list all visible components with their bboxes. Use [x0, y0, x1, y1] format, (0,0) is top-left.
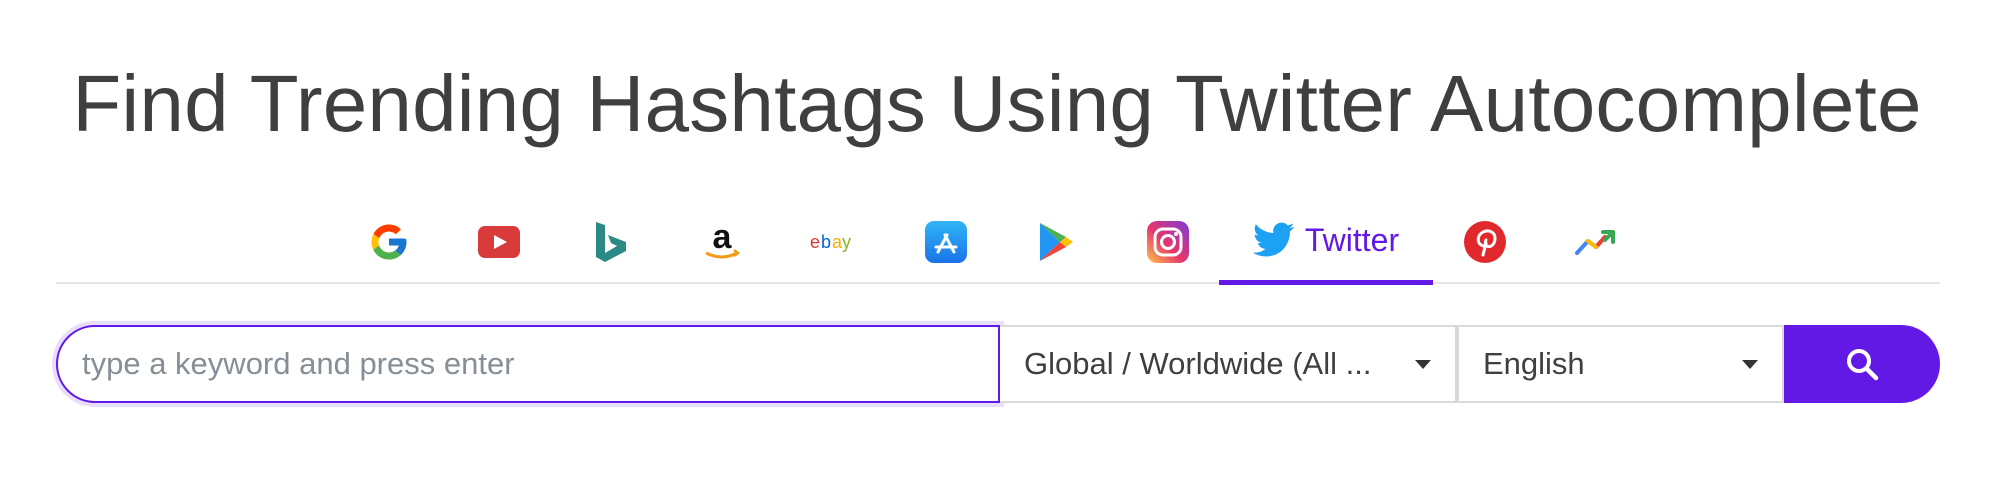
search-button[interactable] [1784, 325, 1940, 403]
source-tabs: a e b a y Twitter [56, 200, 1940, 285]
search-input[interactable] [56, 325, 1000, 403]
tab-pinterest[interactable] [1443, 200, 1527, 284]
tab-google[interactable] [347, 200, 431, 284]
tab-google-play[interactable] [1014, 200, 1098, 284]
app-store-icon [925, 221, 967, 263]
tab-youtube[interactable] [457, 200, 541, 284]
svg-text:b: b [821, 232, 831, 252]
ebay-icon: e b a y [810, 232, 851, 252]
chevron-down-icon [1415, 359, 1431, 369]
svg-text:a: a [713, 221, 733, 256]
page-title: Find Trending Hashtags Using Twitter Aut… [72, 59, 1922, 148]
twitter-icon [1252, 222, 1295, 257]
bing-icon [596, 222, 626, 262]
chevron-down-icon [1742, 359, 1758, 369]
tab-bing[interactable] [569, 200, 653, 284]
region-select[interactable]: Global / Worldwide (All ... [1000, 325, 1457, 403]
tab-twitter-label: Twitter [1304, 222, 1400, 258]
amazon-icon: a [705, 221, 741, 259]
tab-ebay[interactable]: e b a y [789, 200, 879, 284]
youtube-icon [478, 226, 520, 258]
svg-text:e: e [810, 232, 820, 252]
pinterest-icon [1464, 221, 1506, 263]
google-icon [371, 224, 407, 260]
search-icon [1847, 349, 1879, 381]
google-play-icon [1040, 223, 1073, 261]
language-select-value: English [1483, 346, 1585, 381]
region-select-value: Global / Worldwide (All ... [1024, 346, 1372, 381]
trending-up-icon [1575, 230, 1615, 255]
svg-text:y: y [842, 232, 851, 252]
language-select[interactable]: English [1457, 325, 1784, 403]
instagram-icon [1147, 221, 1189, 263]
search-bar: Global / Worldwide (All ... English [56, 325, 1940, 403]
tab-instagram[interactable] [1126, 200, 1210, 284]
tab-app-store[interactable] [904, 200, 988, 284]
tab-twitter[interactable]: Twitter [1219, 200, 1433, 285]
tab-trends[interactable] [1554, 200, 1638, 284]
tab-amazon[interactable]: a [680, 200, 764, 284]
